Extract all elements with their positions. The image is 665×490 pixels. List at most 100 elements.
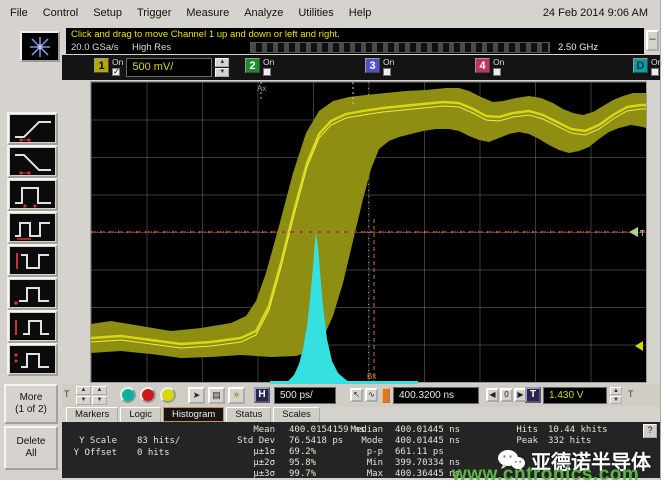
sample-rate-label: 20.0 GSa/s xyxy=(71,42,119,53)
minimize-button[interactable]: ‒ xyxy=(646,30,659,51)
trigger-level-down-button[interactable]: ▼ xyxy=(610,396,622,404)
brightness-icon[interactable]: ✳ xyxy=(228,387,245,404)
menu-file[interactable]: File xyxy=(10,7,28,19)
tab-scales[interactable]: Scales xyxy=(273,407,320,422)
stat-value: 10.44 khits xyxy=(548,425,608,435)
channel-2-button[interactable]: 2 xyxy=(245,58,260,73)
channel-4-checkbox[interactable] xyxy=(493,68,501,76)
stat-label: Min xyxy=(333,458,383,468)
horizontal-menu-button[interactable]: H xyxy=(254,387,270,403)
trigger-level-up-button[interactable]: ▲ xyxy=(610,387,622,395)
daisy-wheel-icon[interactable] xyxy=(20,31,60,62)
tab-status[interactable]: Status xyxy=(226,407,271,422)
stat-label: Hits xyxy=(504,425,538,435)
channel-1-button[interactable]: 1 xyxy=(94,58,109,73)
menu-setup[interactable]: Setup xyxy=(93,7,122,19)
stat-label: μ±2σ xyxy=(215,458,275,468)
stat-label: Mean xyxy=(215,425,275,435)
y-scale-label: Y Scale xyxy=(62,436,117,446)
stat-value: 400.36445 ns xyxy=(395,469,460,479)
channel-1-scale-display[interactable]: 500 mV/ xyxy=(126,58,212,77)
stat-label: Mode xyxy=(333,436,383,446)
stop-button[interactable] xyxy=(140,387,156,403)
pointer-tool-icon[interactable]: ➤ xyxy=(188,387,205,404)
rise-time-icon[interactable] xyxy=(7,112,58,145)
position-zero-button[interactable]: 0 xyxy=(500,388,513,402)
channel-4-button[interactable]: 4 xyxy=(475,58,490,73)
cursor-icon[interactable]: ↖ xyxy=(350,388,363,402)
nudge-up-right-button[interactable]: ▲ xyxy=(92,386,107,395)
run-button[interactable] xyxy=(120,387,136,403)
burst-pulse-glyph xyxy=(10,346,55,373)
help-button[interactable]: ? xyxy=(643,424,657,438)
single-button[interactable] xyxy=(160,387,176,403)
marker-color-button[interactable] xyxy=(382,388,390,403)
starburst-glyph xyxy=(27,35,53,59)
channel-1-scale-down-button[interactable]: ▼ xyxy=(215,68,229,77)
acquisition-mode-label: High Res xyxy=(132,42,171,53)
horizontal-position-scrollbar[interactable] xyxy=(250,42,550,53)
more-button[interactable]: More (1 of 2) xyxy=(4,384,58,424)
delete-all-button[interactable]: Delete All xyxy=(4,426,58,470)
trigger-level-display[interactable]: 1.430 V xyxy=(543,387,607,404)
channel-bar: 1 On 500 mV/ ▲▼ 2 On 3 On 4 On D On xyxy=(62,55,660,80)
trigger-glyph-left: T xyxy=(64,389,70,399)
negative-width-icon[interactable] xyxy=(7,211,58,244)
stat-label: Peak xyxy=(504,436,538,446)
nudge-up-left-button[interactable]: ▲ xyxy=(76,386,91,395)
channel-4-controls: 4 On xyxy=(475,58,504,76)
window-pulse-icon[interactable] xyxy=(7,310,58,343)
channel-3-button[interactable]: 3 xyxy=(365,58,380,73)
digital-checkbox[interactable] xyxy=(651,68,659,76)
tab-logic[interactable]: Logic xyxy=(120,407,161,422)
channel-1-checkbox[interactable] xyxy=(112,68,120,76)
period-glyph xyxy=(10,247,55,274)
more-page-label: (1 of 2) xyxy=(6,404,56,416)
stat-value: 661.11 ps xyxy=(395,447,444,457)
waveform-icon[interactable]: ∿ xyxy=(365,388,378,402)
channel-1-ground-marker xyxy=(635,341,643,351)
fall-time-icon[interactable] xyxy=(7,145,58,178)
burst-pulse-icon[interactable] xyxy=(7,343,58,376)
channel-1-scale-up-button[interactable]: ▲ xyxy=(215,58,229,67)
more-label: More xyxy=(6,392,56,404)
channel-2-on-label: On xyxy=(263,58,274,67)
channel-2-checkbox[interactable] xyxy=(263,68,271,76)
waveform-canvas: Ax Bx T xyxy=(91,82,646,382)
nudge-down-right-button[interactable]: ▼ xyxy=(92,396,107,405)
delete-all-label: All xyxy=(6,448,56,460)
layers-icon[interactable]: ▤ xyxy=(208,387,225,404)
digital-on-label: On xyxy=(651,58,662,67)
timebase-position-display[interactable]: 400.3200 ns xyxy=(393,387,479,404)
position-left-button[interactable]: ◀ xyxy=(486,388,499,402)
menu-trigger[interactable]: Trigger xyxy=(137,7,171,19)
stat-value: 95.8% xyxy=(289,458,316,468)
glitch-icon[interactable] xyxy=(7,277,58,310)
watermark-url: www.cntronics.com xyxy=(452,464,639,486)
trigger-menu-button[interactable]: T xyxy=(525,387,541,403)
menu-control[interactable]: Control xyxy=(43,7,78,19)
period-icon[interactable] xyxy=(7,244,58,277)
trigger-glyph-right: T xyxy=(628,389,634,399)
tab-markers[interactable]: Markers xyxy=(66,407,118,422)
positive-width-icon[interactable] xyxy=(7,178,58,211)
menu-analyze[interactable]: Analyze xyxy=(244,7,283,19)
marker-bx-label: Bx xyxy=(367,372,376,381)
tab-histogram[interactable]: Histogram xyxy=(163,407,224,422)
positive-width-glyph xyxy=(10,181,55,208)
fall-time-glyph xyxy=(10,148,55,175)
timebase-scale-display[interactable]: 500 ps/ xyxy=(274,387,336,404)
nudge-down-left-button[interactable]: ▼ xyxy=(76,396,91,405)
menu-help[interactable]: Help xyxy=(349,7,372,19)
digital-channel-button[interactable]: D xyxy=(633,58,648,73)
delete-label: Delete xyxy=(6,436,56,448)
channel-3-checkbox[interactable] xyxy=(383,68,391,76)
stat-label: μ±1σ xyxy=(215,447,275,457)
menu-measure[interactable]: Measure xyxy=(186,7,229,19)
stat-value: 332 hits xyxy=(548,436,591,446)
svg-text:T: T xyxy=(640,229,645,238)
waveform-display-area[interactable]: Ax Bx T xyxy=(90,81,647,383)
menu-utilities[interactable]: Utilities xyxy=(298,7,333,19)
bandwidth-label: 2.50 GHz xyxy=(558,42,598,53)
channel-4-on-label: On xyxy=(493,58,504,67)
